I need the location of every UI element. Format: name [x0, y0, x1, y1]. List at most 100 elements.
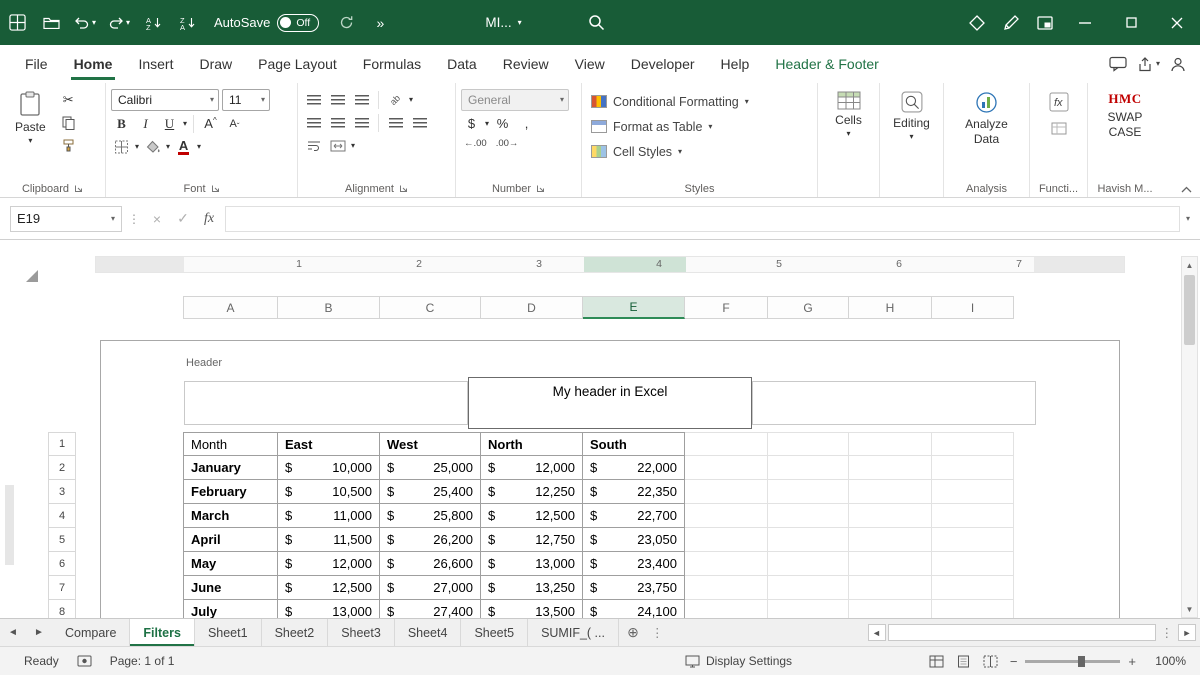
chevron-down-icon[interactable]: ▾ — [166, 143, 170, 151]
page-layout-view-button[interactable] — [956, 655, 971, 668]
cell-c5[interactable]: $26,200 — [380, 528, 481, 552]
enter-button[interactable]: ✓ — [173, 210, 193, 227]
cell-d5[interactable]: $12,750 — [481, 528, 583, 552]
column-header-h[interactable]: H — [849, 296, 932, 319]
row-header-8[interactable]: 8 — [48, 600, 76, 618]
copy-button[interactable] — [58, 112, 79, 133]
number-format-combo[interactable]: General ▾ — [461, 89, 569, 111]
cell-e5[interactable]: $23,050 — [583, 528, 685, 552]
vertical-scrollbar[interactable]: ▲ ▼ — [1181, 256, 1198, 618]
sheet-nav-right[interactable]: ► — [26, 619, 52, 646]
sheet-tab-sumif[interactable]: SUMIF_( ... — [528, 619, 619, 646]
chevron-down-icon[interactable]: ▾ — [92, 19, 96, 27]
column-header-b[interactable]: B — [278, 296, 380, 319]
folder-open-icon[interactable] — [34, 0, 68, 45]
dialog-launcher-icon[interactable] — [536, 184, 545, 193]
cell-a1[interactable]: Month — [183, 432, 278, 456]
sheet-tab-compare[interactable]: Compare — [52, 619, 130, 646]
row-header-3[interactable]: 3 — [48, 480, 76, 504]
horizontal-scroll-track[interactable] — [888, 624, 1156, 641]
ribbon-tab-insert[interactable]: Insert — [125, 45, 186, 83]
cancel-button[interactable]: × — [147, 211, 167, 227]
name-box[interactable]: E19 ▾ — [10, 206, 122, 232]
cell-i1[interactable] — [932, 432, 1014, 456]
sync-icon[interactable] — [329, 0, 363, 45]
horizontal-scrollbar[interactable]: ◄ ⋮ ► — [868, 619, 1200, 646]
cell-e7[interactable]: $23,750 — [583, 576, 685, 600]
sheet-tab-sheet2[interactable]: Sheet2 — [262, 619, 329, 646]
search-icon[interactable] — [580, 0, 614, 45]
ribbon-tab-file[interactable]: File — [12, 45, 61, 83]
ribbon-tab-header-footer[interactable]: Header & Footer — [762, 45, 892, 83]
zoom-slider[interactable] — [1025, 660, 1120, 663]
cell-b1[interactable]: East — [278, 432, 380, 456]
ribbon-tab-home[interactable]: Home — [61, 45, 126, 83]
cell-g5[interactable] — [768, 528, 849, 552]
sheet-tab-sheet3[interactable]: Sheet3 — [328, 619, 395, 646]
ribbon-tab-data[interactable]: Data — [434, 45, 490, 83]
scroll-left-icon[interactable]: ◄ — [868, 624, 886, 641]
cell-g7[interactable] — [768, 576, 849, 600]
row-header-4[interactable]: 4 — [48, 504, 76, 528]
zoom-level[interactable]: 100% — [1148, 654, 1186, 668]
ribbon-tab-formulas[interactable]: Formulas — [350, 45, 434, 83]
display-settings-button[interactable]: Display Settings — [685, 654, 792, 668]
sheet-tab-filters[interactable]: Filters — [130, 619, 195, 646]
zoom-out-button[interactable]: − — [1010, 654, 1018, 669]
cell-c7[interactable]: $27,000 — [380, 576, 481, 600]
ribbon-tab-view[interactable]: View — [562, 45, 618, 83]
pencil-icon[interactable] — [994, 0, 1028, 45]
cell-i3[interactable] — [932, 480, 1014, 504]
cell-d1[interactable]: North — [481, 432, 583, 456]
paste-button[interactable]: Paste ▾ — [9, 87, 52, 180]
borders-button[interactable] — [111, 136, 132, 157]
cell-b7[interactable]: $12,500 — [278, 576, 380, 600]
cell-i4[interactable] — [932, 504, 1014, 528]
cell-styles-button[interactable]: Cell Styles ▾ — [587, 139, 812, 164]
cell-g3[interactable] — [768, 480, 849, 504]
comma-style-button[interactable]: , — [516, 113, 537, 134]
window-layers-icon[interactable] — [1028, 0, 1062, 45]
orientation-button[interactable]: ab — [385, 89, 406, 110]
cell-a5[interactable]: April — [183, 528, 278, 552]
cell-e3[interactable]: $22,350 — [583, 480, 685, 504]
cell-d7[interactable]: $13,250 — [481, 576, 583, 600]
column-header-e[interactable]: E — [583, 296, 685, 319]
insert-function-button[interactable]: fx — [199, 211, 219, 227]
cell-b4[interactable]: $11,000 — [278, 504, 380, 528]
sort-descending-button[interactable]: ZA — [170, 0, 204, 45]
align-left-button[interactable] — [303, 112, 324, 133]
redo-button[interactable]: ▾ — [102, 0, 136, 45]
align-bottom-button[interactable] — [351, 89, 372, 110]
increase-indent-button[interactable] — [409, 112, 430, 133]
cell-i7[interactable] — [932, 576, 1014, 600]
ribbon-tab-developer[interactable]: Developer — [618, 45, 708, 83]
undo-button[interactable]: ▾ — [68, 0, 102, 45]
cell-f6[interactable] — [685, 552, 768, 576]
align-top-button[interactable] — [303, 89, 324, 110]
cell-b8[interactable]: $13,000 — [278, 600, 380, 618]
increase-decimal-button[interactable]: ←.00 — [461, 136, 490, 151]
ribbon-tab-review[interactable]: Review — [490, 45, 562, 83]
header-right-box[interactable] — [752, 381, 1036, 425]
chevron-down-icon[interactable]: ▾ — [126, 19, 130, 27]
cell-d4[interactable]: $12,500 — [481, 504, 583, 528]
chevron-down-icon[interactable]: ▾ — [351, 142, 355, 150]
cells-button[interactable]: Cells ▾ — [823, 87, 874, 180]
zoom-slider-thumb[interactable] — [1078, 656, 1085, 667]
underline-button[interactable]: U — [159, 113, 180, 134]
cell-a6[interactable]: May — [183, 552, 278, 576]
dialog-launcher-icon[interactable] — [211, 184, 220, 193]
header-left-box[interactable] — [184, 381, 468, 425]
ribbon-tab-help[interactable]: Help — [708, 45, 763, 83]
cell-a3[interactable]: February — [183, 480, 278, 504]
drag-handle-icon[interactable]: ⋮ — [128, 212, 141, 226]
cell-e1[interactable]: South — [583, 432, 685, 456]
normal-view-button[interactable] — [929, 655, 944, 668]
chevron-down-icon[interactable]: ▾ — [409, 96, 413, 104]
person-icon[interactable] — [1170, 57, 1186, 72]
diamond-icon[interactable] — [960, 0, 994, 45]
font-color-button[interactable]: A — [173, 136, 194, 157]
wrap-text-button[interactable] — [303, 135, 324, 156]
decrease-indent-button[interactable] — [385, 112, 406, 133]
